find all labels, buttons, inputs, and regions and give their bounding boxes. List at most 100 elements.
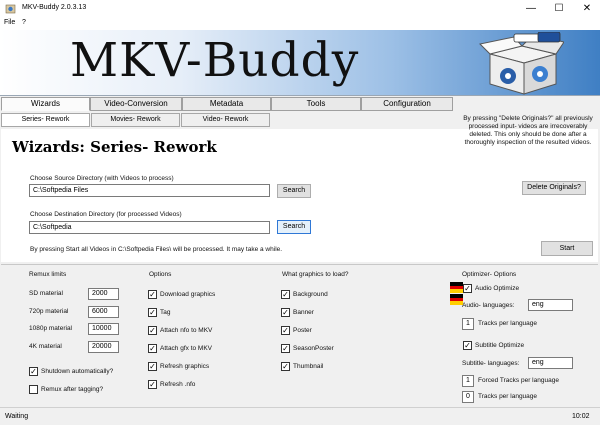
remux-4k-label: 4K material [29, 343, 62, 350]
tag-label: Tag [160, 309, 171, 316]
subtitle-optimize-label: Subtitle Optimize [475, 342, 525, 349]
remux-1080p-label: 1080p material [29, 325, 72, 332]
download-graphics-label: Download graphics [160, 291, 216, 298]
tab-metadata[interactable]: Metadata [182, 97, 271, 111]
source-search-button[interactable]: Search [277, 184, 311, 198]
refresh-graphics-checkbox[interactable]: ✓ [148, 362, 157, 371]
box-logo-icon [478, 32, 564, 95]
tag-checkbox[interactable]: ✓ [148, 308, 157, 317]
check-icon: ✓ [149, 308, 156, 317]
check-icon: ✓ [149, 344, 156, 353]
refresh-graphics-label: Refresh graphics [160, 363, 210, 370]
subtitle-tracks-label: Tracks per language [478, 393, 538, 400]
check-icon: ✓ [149, 326, 156, 335]
shutdown-label: Shutdown automatically? [41, 368, 114, 375]
check-icon: ✓ [149, 362, 156, 371]
thumbnail-label: Thumbnail [293, 363, 324, 370]
thumbnail-checkbox[interactable]: ✓ [281, 362, 290, 371]
forced-tracks-input[interactable]: 1 [462, 375, 474, 387]
remux-sd-label: SD material [29, 290, 63, 297]
season-poster-label: SeasonPoster [293, 345, 334, 352]
tab-wizards[interactable]: Wizards [1, 97, 90, 111]
window-title: MKV-Buddy 2.0.3.13 [22, 4, 87, 11]
app-banner: MKV-Buddy [0, 30, 600, 96]
menu-file[interactable]: File [4, 19, 15, 26]
status-bar: Waiting 10:02 [0, 407, 600, 425]
attach-gfx-label: Attach gfx to MKV [160, 345, 213, 352]
subtab-video-rework[interactable]: Video- Rework [181, 113, 270, 127]
close-button[interactable]: ✕ [574, 0, 600, 18]
destination-search-button[interactable]: Search [277, 220, 311, 234]
menu-bar: File ? [0, 18, 600, 30]
menu-help[interactable]: ? [22, 19, 26, 26]
tab-configuration[interactable]: Configuration [361, 97, 453, 111]
delete-note: By pressing "Delete Originals?" all prev… [463, 115, 593, 146]
shutdown-checkbox[interactable]: ✓ [29, 367, 38, 376]
attach-nfo-label: Attach nfo to MKV [160, 327, 213, 334]
process-info-text: By pressing Start all Videos in C:\Softp… [30, 246, 283, 253]
subtitle-languages-input[interactable]: eng [528, 357, 573, 369]
destination-directory-input[interactable]: C:\Softpedia [29, 221, 270, 234]
banner-checkbox[interactable]: ✓ [281, 308, 290, 317]
refresh-nfo-checkbox[interactable]: ✓ [148, 380, 157, 389]
destination-label: Choose Destination Directory (for proces… [30, 211, 182, 218]
options-header: Options [149, 271, 172, 278]
remux-720p-input[interactable]: 6000 [88, 306, 119, 318]
remux-1080p-input[interactable]: 10000 [88, 323, 119, 335]
optimizer-header: Optimizer- Options [462, 271, 517, 278]
minimize-button[interactable]: — [518, 0, 544, 18]
check-icon: ✓ [282, 344, 289, 353]
poster-checkbox[interactable]: ✓ [281, 326, 290, 335]
maximize-button[interactable]: ☐ [546, 0, 572, 18]
remux-4k-input[interactable]: 20000 [88, 341, 119, 353]
remux-sd-input[interactable]: 2000 [88, 288, 119, 300]
check-icon: ✓ [464, 284, 471, 293]
status-text: Waiting [5, 413, 29, 420]
status-time: 10:02 [572, 413, 590, 420]
subtitle-tracks-input[interactable]: 0 [462, 391, 474, 403]
source-directory-input[interactable]: C:\Softpedia Files [29, 184, 270, 197]
background-label: Background [293, 291, 328, 298]
audio-optimize-checkbox[interactable]: ✓ [463, 284, 472, 293]
background-checkbox[interactable]: ✓ [281, 290, 290, 299]
audio-languages-label: Audio- languages: [462, 302, 515, 309]
delete-originals-button[interactable]: Delete Originals? [522, 181, 586, 195]
remux-limits-header: Remux limits [29, 271, 67, 278]
refresh-nfo-label: Refresh .nfo [160, 381, 196, 388]
check-icon: ✓ [282, 290, 289, 299]
season-poster-checkbox[interactable]: ✓ [281, 344, 290, 353]
check-icon: ✓ [282, 308, 289, 317]
source-label: Choose Source Directory (with Videos to … [30, 175, 174, 182]
download-graphics-checkbox[interactable]: ✓ [148, 290, 157, 299]
poster-label: Poster [293, 327, 312, 334]
page-title: Wizards: Series- Rework [12, 138, 217, 156]
forced-tracks-label: Forced Tracks per language [478, 377, 559, 384]
check-icon: ✓ [464, 341, 471, 350]
attach-nfo-checkbox[interactable]: ✓ [148, 326, 157, 335]
subtab-series-rework[interactable]: Series- Rework [1, 113, 90, 127]
banner-logo-text: MKV-Buddy [70, 33, 360, 88]
title-bar: MKV-Buddy 2.0.3.13 — ☐ ✕ [0, 0, 600, 18]
subtitle-optimize-checkbox[interactable]: ✓ [463, 341, 472, 350]
remux-after-tagging-checkbox[interactable] [29, 385, 38, 394]
check-icon: ✓ [149, 290, 156, 299]
audio-languages-input[interactable]: eng [528, 299, 573, 311]
app-icon [5, 4, 16, 14]
subtab-movies-rework[interactable]: Movies- Rework [91, 113, 180, 127]
banner-label: Banner [293, 309, 314, 316]
start-button[interactable]: Start [541, 241, 593, 256]
tab-video-conversion[interactable]: Video-Conversion [90, 97, 182, 111]
graphics-header: What graphics to load? [282, 271, 349, 278]
subtitle-languages-label: Subtitle- languages: [462, 360, 520, 367]
remux-after-tagging-label: Remux after tagging? [41, 386, 104, 393]
check-icon: ✓ [149, 380, 156, 389]
attach-gfx-checkbox[interactable]: ✓ [148, 344, 157, 353]
tracks-per-language-input[interactable]: 1 [462, 318, 474, 330]
tab-tools[interactable]: Tools [271, 97, 361, 111]
check-icon: ✓ [282, 362, 289, 371]
main-tabs: Wizards Video-Conversion Metadata Tools … [0, 97, 600, 111]
german-flag-icon [450, 282, 463, 293]
remux-720p-label: 720p material [29, 308, 69, 315]
check-icon: ✓ [282, 326, 289, 335]
check-icon: ✓ [30, 367, 37, 376]
